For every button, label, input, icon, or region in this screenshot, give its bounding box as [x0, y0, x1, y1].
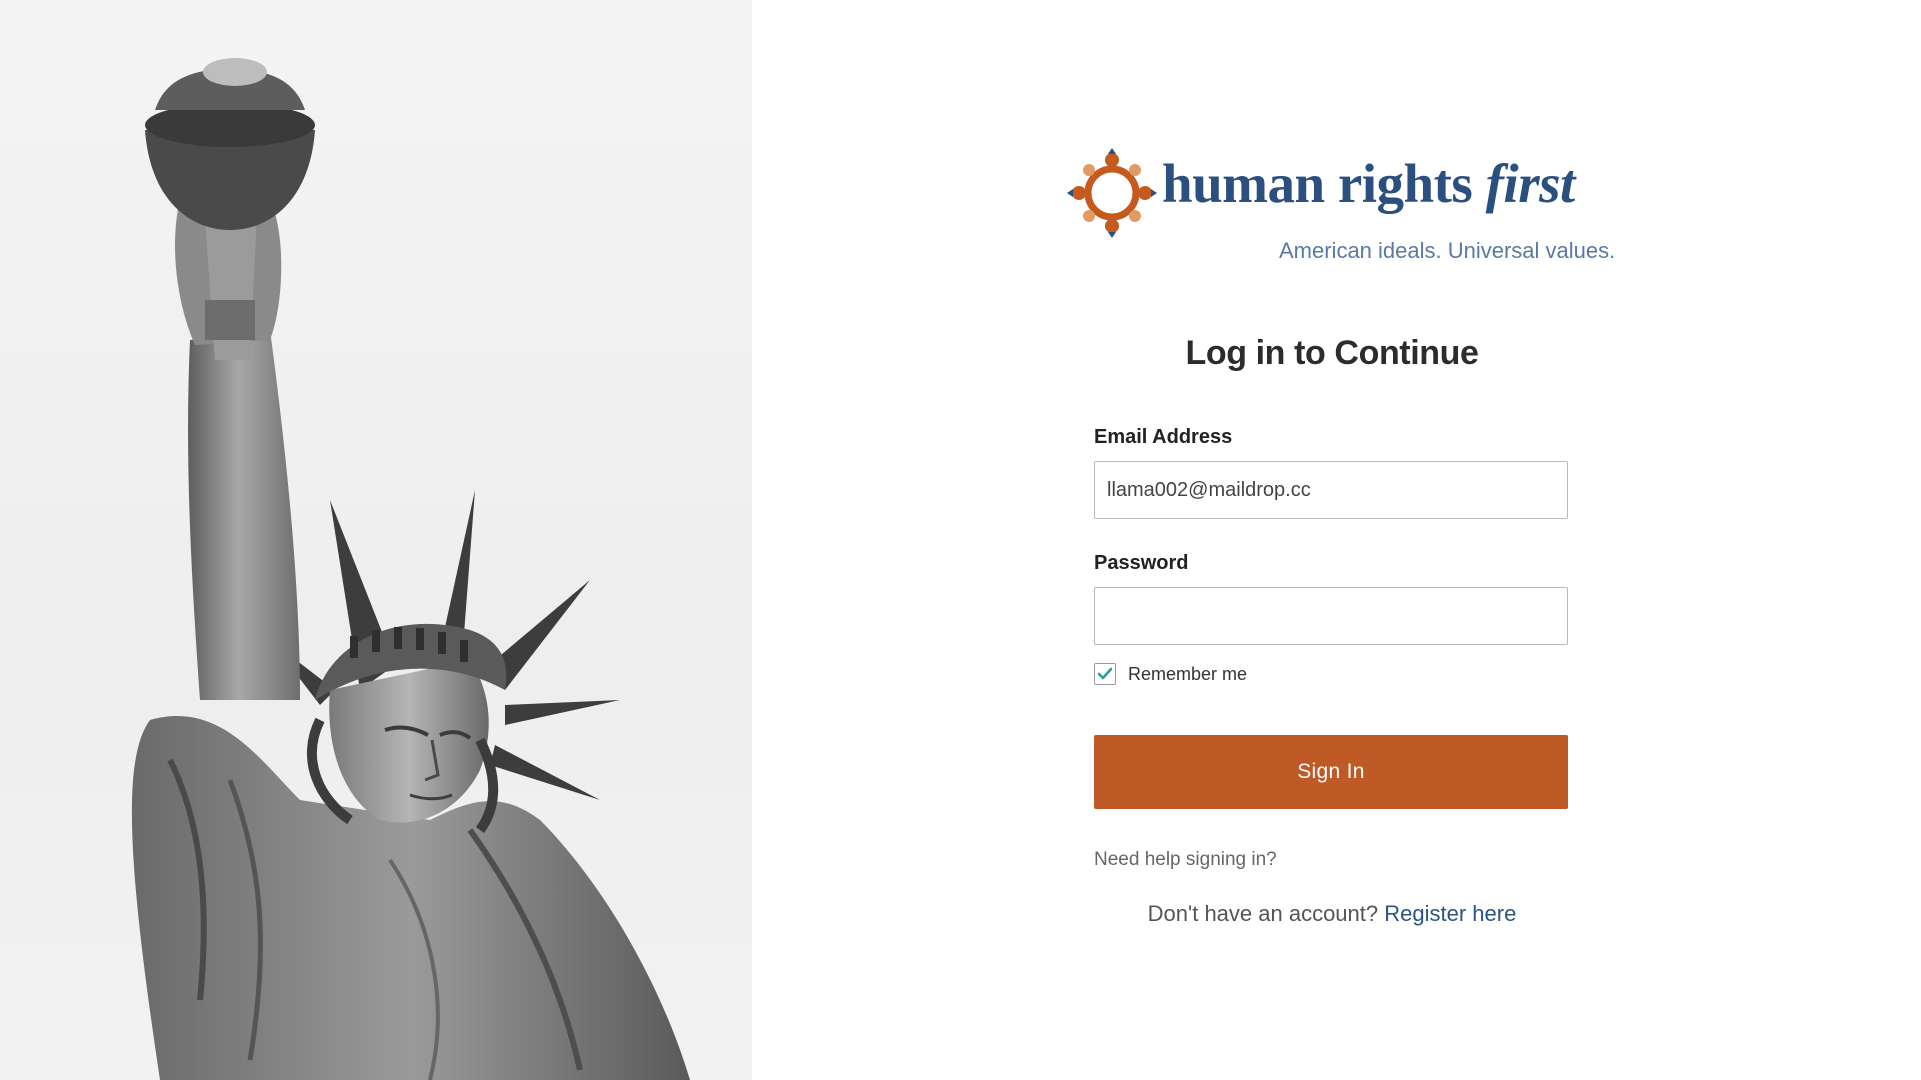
- password-field[interactable]: [1094, 587, 1568, 645]
- email-field[interactable]: [1094, 461, 1568, 519]
- brand-name-part2: first: [1485, 153, 1576, 214]
- register-prompt: Don't have an account?: [1147, 901, 1385, 926]
- password-label: Password: [1094, 552, 1189, 574]
- remember-me-checkbox[interactable]: [1094, 663, 1116, 685]
- brand-name-part1: human rights: [1162, 153, 1486, 214]
- people-circle-icon: [1067, 148, 1157, 238]
- brand-name: human rights first: [1162, 152, 1575, 215]
- sign-in-button[interactable]: Sign In: [1094, 735, 1568, 809]
- register-row: Don't have an account? Register here: [1094, 901, 1570, 927]
- remember-me-row: Remember me: [1094, 663, 1247, 685]
- hero-image-panel: [0, 0, 752, 1080]
- brand-tagline: American ideals. Universal values.: [1279, 238, 1616, 263]
- email-label: Email Address: [1094, 426, 1233, 448]
- login-page: human rights first American ideals. Univ…: [0, 0, 1921, 1080]
- checkmark-icon: [1097, 667, 1113, 680]
- statue-of-liberty-image: [131, 58, 690, 1080]
- brand-logo: human rights first American ideals. Univ…: [1067, 148, 1615, 268]
- login-panel: human rights first American ideals. Univ…: [752, 0, 1921, 1080]
- register-link[interactable]: Register here: [1384, 901, 1516, 926]
- help-signing-in-link[interactable]: Need help signing in?: [1094, 849, 1277, 871]
- remember-me-label: Remember me: [1128, 663, 1248, 684]
- page-title: Log in to Continue: [1185, 334, 1479, 372]
